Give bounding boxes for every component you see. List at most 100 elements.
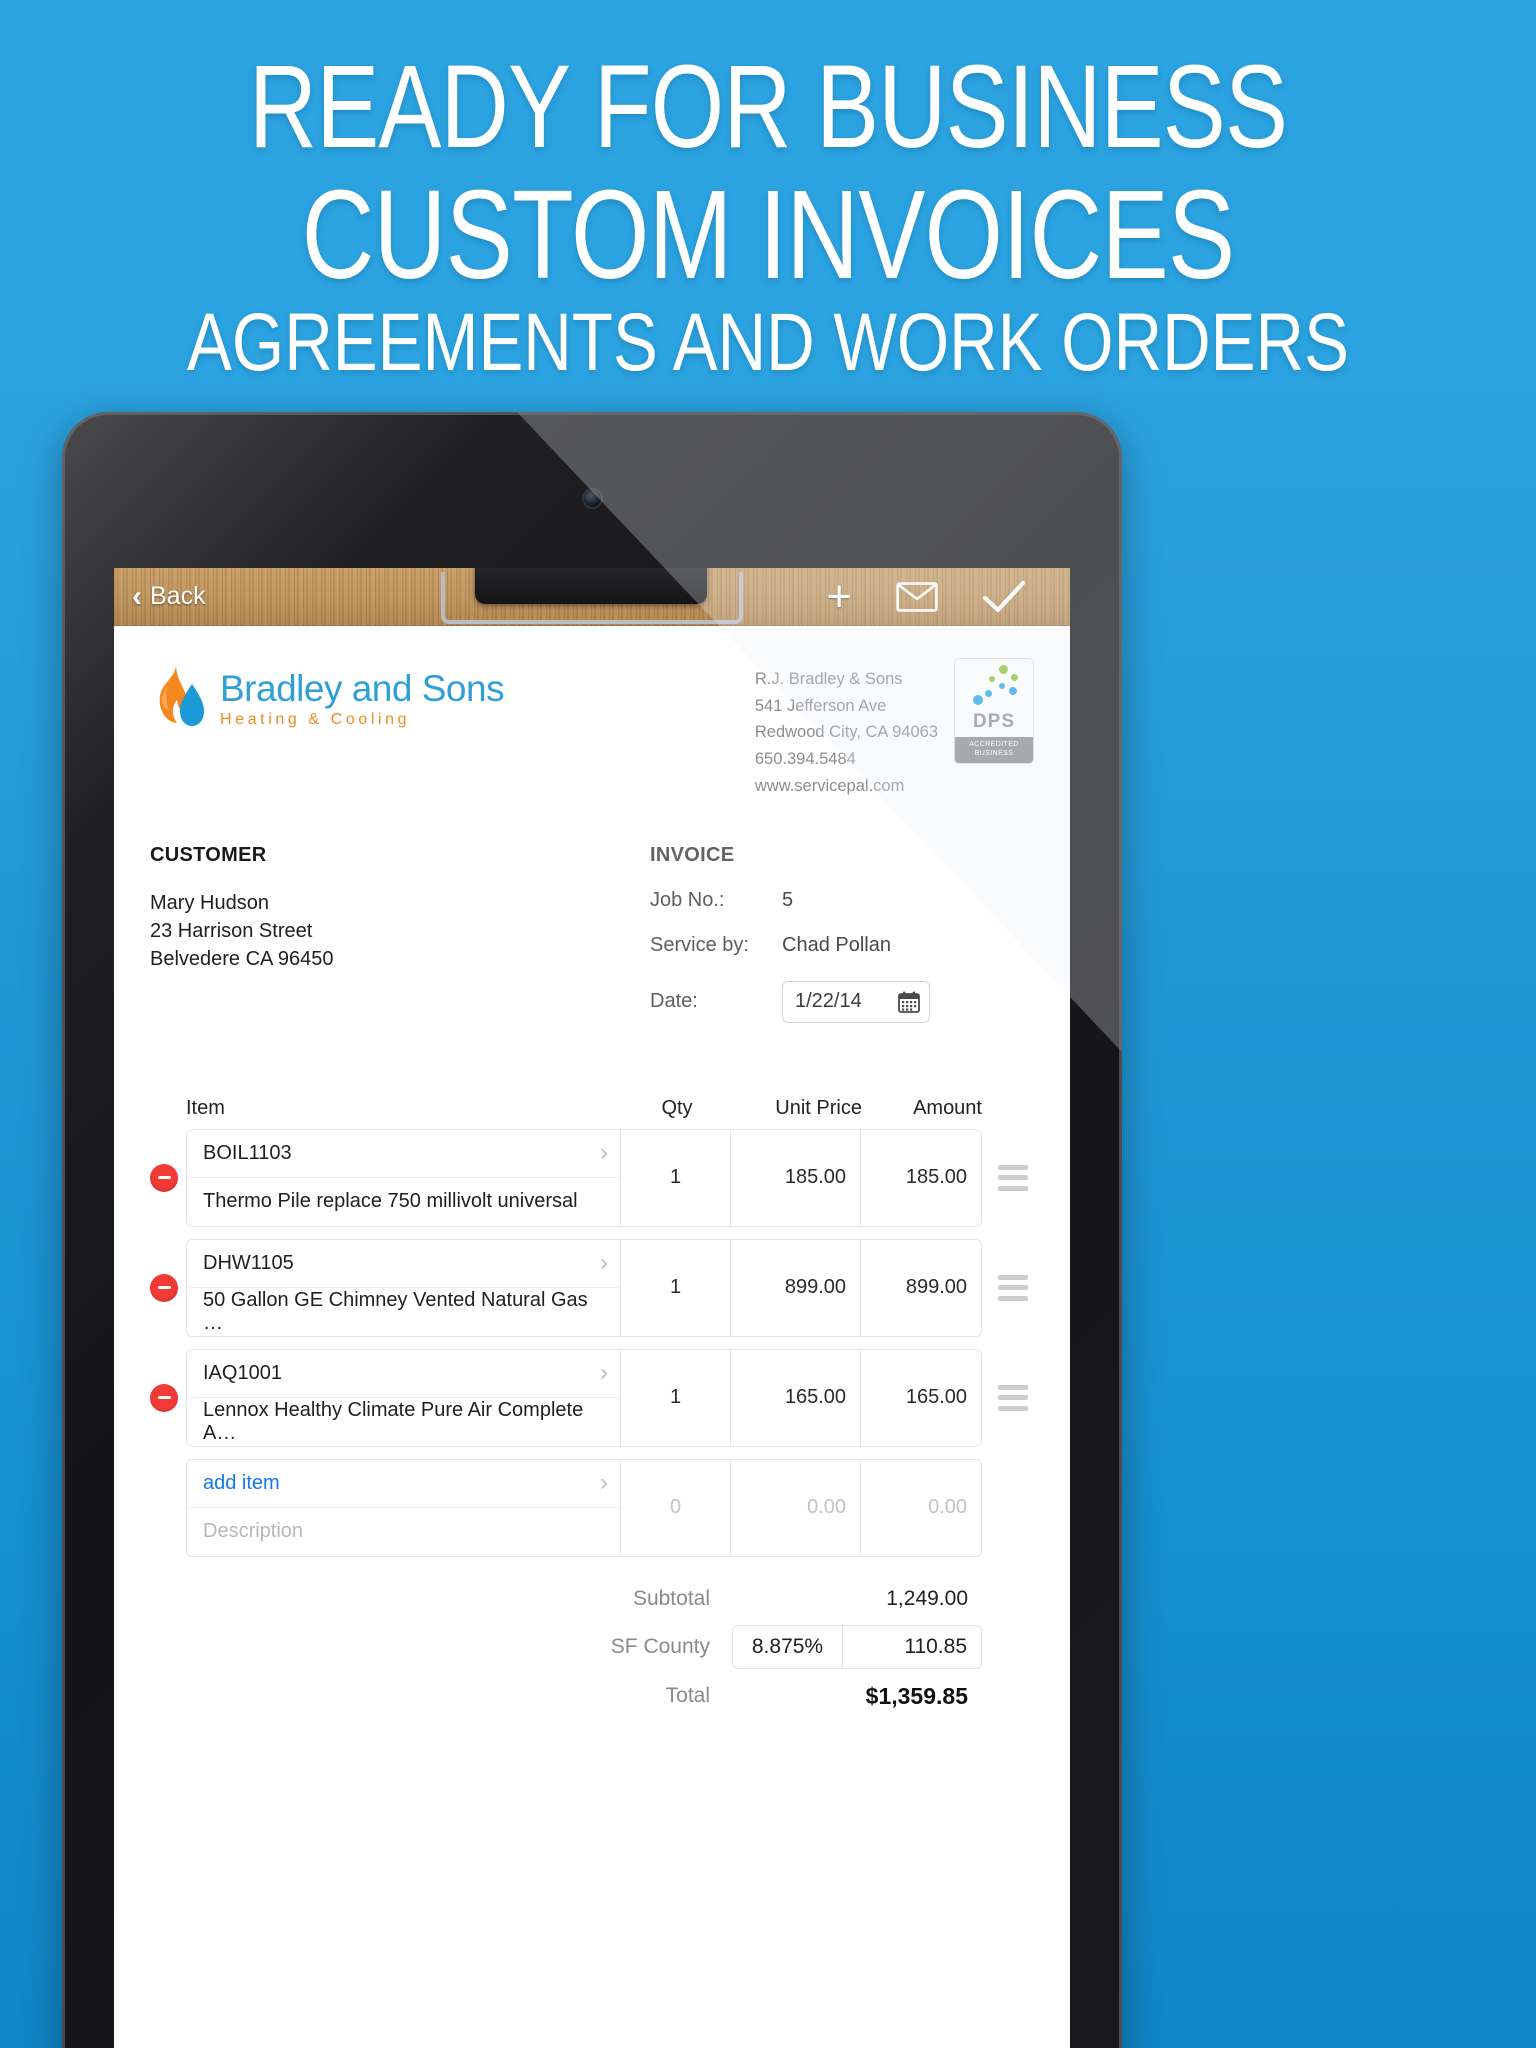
date-value: 1/22/14 [795, 990, 862, 1013]
chevron-right-icon: › [600, 1139, 608, 1167]
unit-price-cell[interactable]: 165.00 [731, 1349, 861, 1446]
item-code-text: BOIL1103 [203, 1141, 292, 1164]
tax-rate-input[interactable]: 8.875% [733, 1625, 843, 1668]
badge-footer-line-1: ACCREDITED [969, 741, 1019, 748]
table-row: BOIL1103 › Thermo Pile replace 750 milli… [150, 1128, 1034, 1227]
checkmark-icon [982, 580, 1026, 612]
tablet-device: ‹ Back + Bradley and Sons Heating & Cool… [62, 412, 1122, 2048]
app-toolbar: ‹ Back + [114, 568, 1070, 626]
company-city-state-zip: Redwood City, CA 94063 [754, 723, 938, 742]
delete-row-button[interactable] [150, 1163, 178, 1192]
clipboard-clamp [437, 568, 747, 626]
job-number-value[interactable]: 5 [782, 889, 793, 912]
chevron-right-icon: › [600, 1469, 608, 1497]
tax-box: 8.875% 110.85 [732, 1624, 982, 1669]
minus-icon [157, 1286, 171, 1290]
tablet-screen: ‹ Back + Bradley and Sons Heating & Cool… [114, 568, 1070, 2048]
date-input[interactable]: 1/22/14 [782, 980, 930, 1023]
company-website: www.servicepal.com [754, 776, 905, 795]
add-item-toolbar-button[interactable]: + [826, 574, 852, 619]
delete-row-button[interactable] [150, 1383, 178, 1412]
customer-block: CUSTOMER Mary Hudson 23 Harrison Street … [150, 844, 650, 1023]
service-by-field: Service by: Chad Pollan [650, 934, 1034, 957]
envelope-icon [896, 581, 938, 612]
customer-section-title: CUSTOMER [150, 843, 267, 866]
email-invoice-button[interactable] [896, 581, 938, 612]
total-label: Total [665, 1684, 710, 1708]
reorder-handle[interactable] [998, 1164, 1028, 1191]
logo-tagline: Heating & Cooling [220, 710, 411, 728]
row-content: DHW1105 › 50 Gallon GE Chimney Vented Na… [186, 1238, 982, 1337]
item-description-field[interactable]: Thermo Pile replace 750 millivolt univer… [187, 1178, 620, 1226]
item-code-text: DHW1105 [203, 1251, 294, 1274]
promo-banner: READY FOR BUSINESS CUSTOM INVOICES AGREE… [0, 0, 1536, 2048]
qty-cell[interactable]: 1 [621, 1349, 731, 1446]
totals-section: Subtotal 1,249.00 SF County 8.875% 110.8… [150, 1587, 1034, 1710]
delete-row-button[interactable] [150, 1273, 178, 1302]
company-logo: Bradley and Sons Heating & Cooling [150, 656, 505, 736]
headline-line-1: READY FOR BUSINESS [248, 41, 1288, 173]
amount-cell: 0.00 [928, 1496, 967, 1519]
qty-cell[interactable]: 0 [621, 1459, 731, 1556]
add-item-button[interactable]: add item › [187, 1460, 620, 1508]
back-button[interactable]: ‹ Back [132, 581, 206, 612]
item-description-field[interactable]: Lennox Healthy Climate Pure Air Complete… [187, 1398, 620, 1446]
qty-cell[interactable]: 1 [621, 1239, 731, 1336]
badge-footer: ACCREDITED BUSINESS [955, 737, 1033, 763]
item-cell: BOIL1103 › Thermo Pile replace 750 milli… [187, 1129, 621, 1226]
clamp-wire [441, 572, 743, 624]
customer-address[interactable]: Mary Hudson 23 Harrison Street Belvedere… [150, 889, 650, 974]
item-code-text: IAQ1001 [203, 1361, 282, 1384]
total-value: $1,359.85 [865, 1682, 968, 1709]
clamp-bar [475, 568, 707, 604]
line-items-table: Item Qty Unit Price Amount BOIL1103 › Th… [150, 1097, 1034, 1557]
badge-name: DPS [972, 711, 1016, 732]
item-cell: add item › Description [187, 1459, 621, 1556]
amount-cell: 185.00 [905, 1166, 967, 1189]
row-content: IAQ1001 › Lennox Healthy Climate Pure Ai… [186, 1348, 982, 1447]
company-street: 541 Jefferson Ave [754, 696, 887, 715]
column-header-item: Item [186, 1096, 225, 1119]
customer-name: Mary Hudson [150, 891, 269, 914]
document-header: Bradley and Sons Heating & Cooling R.J. … [150, 656, 1034, 800]
item-code-field[interactable]: DHW1105 › [187, 1240, 620, 1288]
flame-drop-logo-icon [150, 662, 212, 736]
done-button[interactable] [982, 580, 1026, 614]
qty-cell[interactable]: 1 [621, 1129, 731, 1226]
item-code-field[interactable]: BOIL1103 › [187, 1130, 620, 1178]
subtotal-row: Subtotal 1,249.00 [150, 1587, 982, 1611]
customer-street: 23 Harrison Street [150, 919, 313, 942]
badge-dots-icon [955, 659, 1033, 711]
service-by-value[interactable]: Chad Pollan [782, 934, 891, 957]
company-phone: 650.394.5484 [754, 750, 856, 769]
reorder-handle[interactable] [998, 1384, 1028, 1411]
minus-icon [157, 1396, 171, 1400]
unit-price-cell[interactable]: 0.00 [731, 1459, 861, 1556]
column-header-unit-price: Unit Price [775, 1096, 862, 1119]
date-field: Date: 1/22/14 [650, 980, 1034, 1023]
row-content: add item › Description 0 0.00 0.00 [186, 1458, 982, 1557]
job-number-field: Job No.: 5 [650, 889, 1034, 912]
reorder-handle[interactable] [998, 1274, 1028, 1301]
new-description-field[interactable]: Description [187, 1508, 620, 1556]
logo-company-name: Bradley and Sons [220, 667, 505, 709]
row-content: BOIL1103 › Thermo Pile replace 750 milli… [186, 1128, 982, 1227]
item-cell: DHW1105 › 50 Gallon GE Chimney Vented Na… [187, 1239, 621, 1336]
item-description-field[interactable]: 50 Gallon GE Chimney Vented Natural Gas … [187, 1288, 620, 1336]
table-row: IAQ1001 › Lennox Healthy Climate Pure Ai… [150, 1348, 1034, 1447]
job-number-label: Job No.: [650, 888, 725, 911]
logo-text: Bradley and Sons Heating & Cooling [220, 667, 505, 729]
add-item-row: add item › Description 0 0.00 0.00 [150, 1458, 1034, 1557]
tax-row: SF County 8.875% 110.85 [150, 1624, 982, 1669]
date-label: Date: [650, 990, 698, 1013]
front-camera-icon [584, 490, 601, 507]
unit-price-cell[interactable]: 185.00 [731, 1129, 861, 1226]
unit-price-cell[interactable]: 899.00 [731, 1239, 861, 1336]
headline-line-3: AGREEMENTS AND WORK ORDERS [187, 297, 1349, 388]
accreditation-badge: DPS ACCREDITED BUSINESS [954, 658, 1034, 764]
table-header-row: Item Qty Unit Price Amount [150, 1097, 1034, 1120]
item-code-field[interactable]: IAQ1001 › [187, 1350, 620, 1398]
company-address-block: R.J. Bradley & Sons 541 Jefferson Ave Re… [755, 656, 938, 800]
invoice-document: Bradley and Sons Heating & Cooling R.J. … [114, 626, 1070, 2048]
customer-city-state-zip: Belvedere CA 96450 [150, 948, 334, 971]
